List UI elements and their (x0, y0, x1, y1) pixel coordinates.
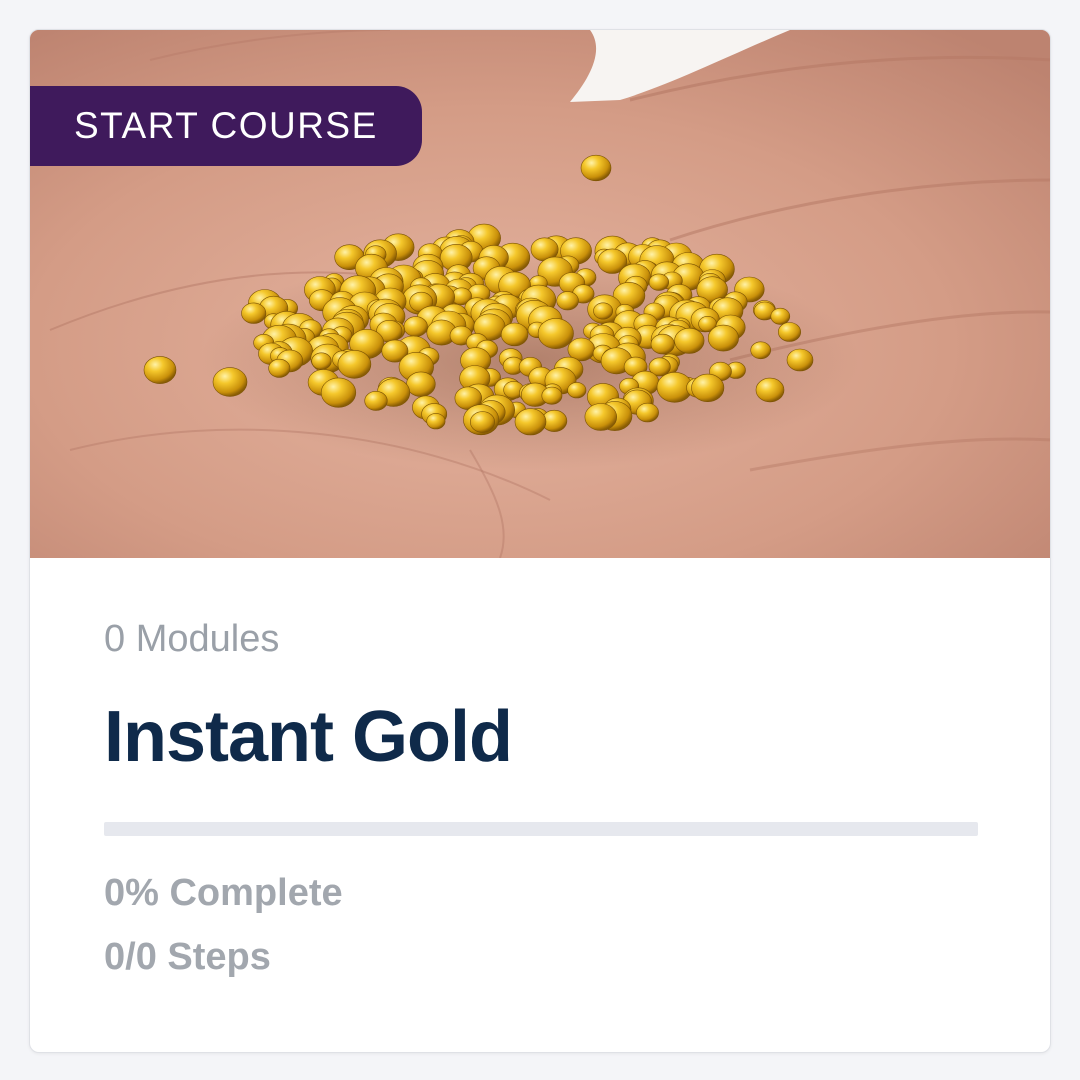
gold-grain (770, 307, 791, 325)
gold-grain (541, 386, 563, 405)
gold-grain (241, 302, 267, 324)
gold-grain (648, 273, 670, 291)
start-course-button[interactable]: START COURSE (30, 86, 422, 166)
gold-grain (636, 402, 659, 423)
gold-grain (750, 341, 772, 360)
gold-grain (469, 411, 495, 433)
gold-grain (311, 352, 332, 370)
gold-grain (500, 322, 529, 347)
gold-grain (406, 371, 436, 397)
gold-grain (403, 316, 428, 337)
module-count: 0 Modules (104, 618, 280, 660)
gold-grain (777, 322, 801, 342)
progress-bar (104, 822, 978, 836)
course-card[interactable]: START COURSE 0 Modules Instant Gold 0% C… (29, 29, 1051, 1053)
gold-grain (537, 318, 574, 349)
gold-grain (212, 367, 248, 397)
gold-grain (584, 403, 617, 431)
gold-grain (786, 348, 814, 372)
gold-grain (556, 291, 579, 311)
gold-grain (567, 382, 587, 399)
gold-grain (691, 373, 725, 403)
gold-grain (143, 356, 177, 384)
gold-grain (580, 154, 612, 182)
gold-grain (674, 327, 705, 354)
gold-grain (650, 333, 675, 355)
course-title[interactable]: Instant Gold (104, 696, 513, 778)
gold-grain (268, 358, 291, 378)
gold-grain (755, 377, 785, 403)
gold-grain (364, 390, 388, 411)
course-thumbnail[interactable]: START COURSE (30, 30, 1050, 558)
gold-grain (320, 377, 357, 408)
completion-status: 0% Complete (104, 872, 343, 914)
gold-grain (337, 349, 372, 379)
gold-grain (514, 408, 547, 436)
steps-count: 0/0 Steps (104, 936, 271, 978)
gold-grain (593, 302, 614, 320)
gold-grain (426, 413, 446, 430)
gold-grain (707, 324, 739, 352)
